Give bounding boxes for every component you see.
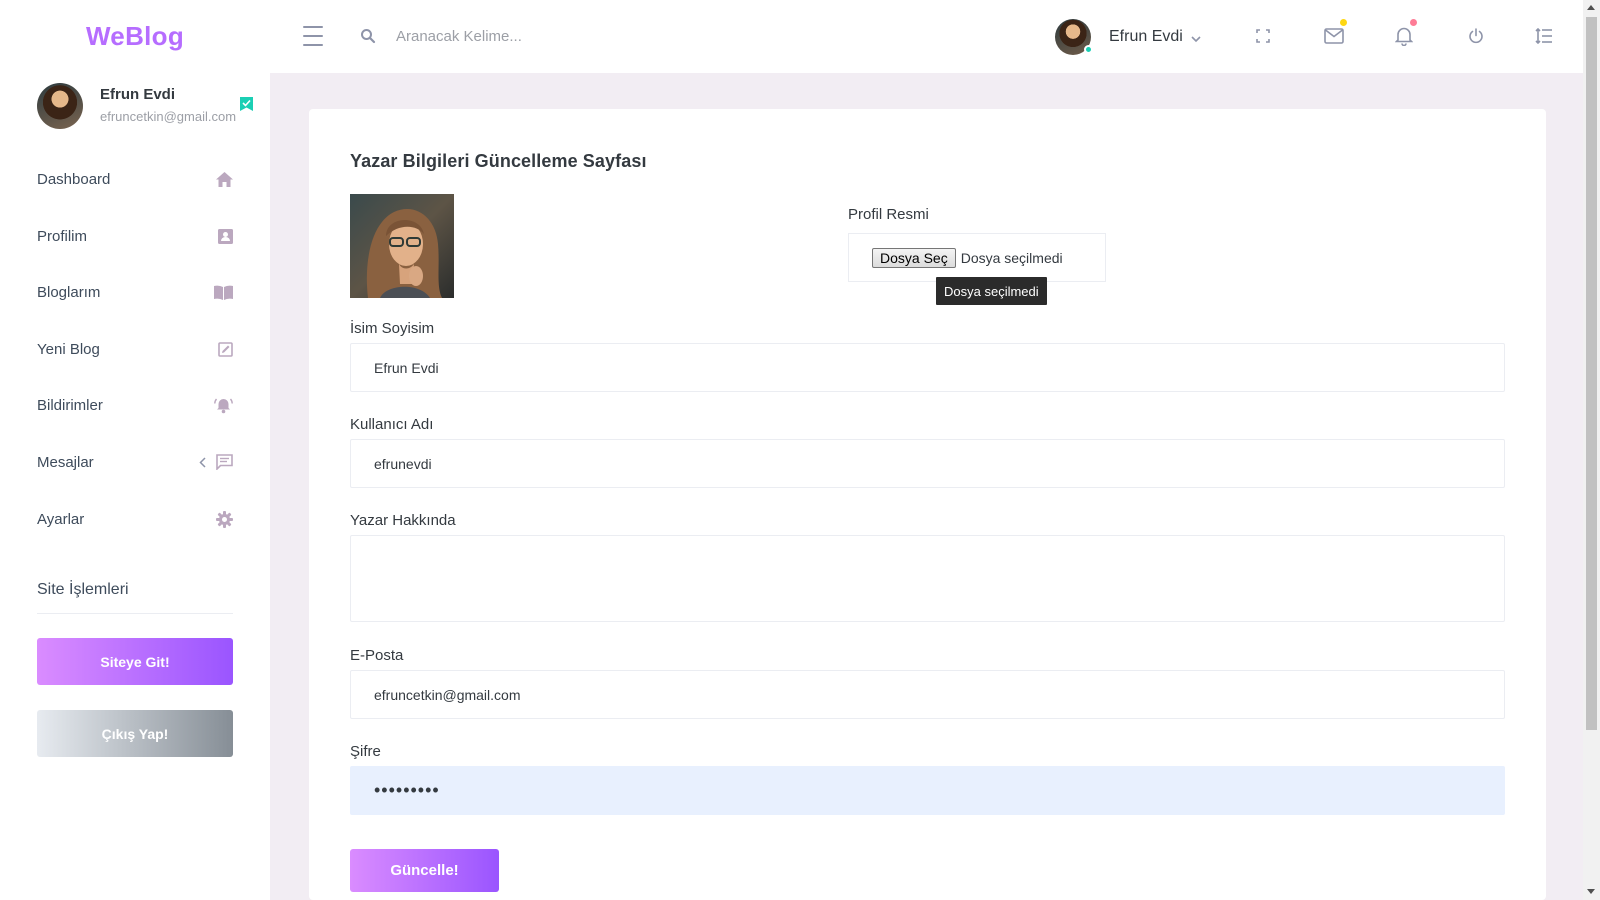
about-label: Yazar Hakkında: [350, 512, 456, 529]
go-to-site-button[interactable]: Siteye Git!: [37, 638, 233, 685]
sidebar-item-label: Mesajlar: [37, 453, 94, 471]
choose-file-button[interactable]: Dosya Seç: [872, 247, 956, 268]
mail-icon[interactable]: [1323, 26, 1345, 46]
scrollbar[interactable]: [1583, 0, 1600, 900]
sidebar-item-label: Bloglarım: [37, 283, 101, 301]
email-label: E-Posta: [350, 647, 404, 664]
book-icon: [214, 285, 233, 300]
update-button[interactable]: Güncelle!: [350, 849, 499, 892]
email-input[interactable]: [350, 670, 1505, 719]
logout-button[interactable]: Çıkış Yap!: [37, 710, 233, 757]
sidebar-item-label: Bildirimler: [37, 396, 103, 414]
bell-ring-icon: [214, 398, 233, 414]
password-input[interactable]: [350, 766, 1505, 815]
sidebar-item-label: Profilim: [37, 227, 88, 245]
home-icon: [216, 171, 233, 187]
username-label: Kullanıcı Adı: [350, 416, 434, 433]
page-title: Yazar Bilgileri Güncelleme Sayfası: [350, 151, 647, 171]
search-input[interactable]: [396, 22, 696, 50]
user-profile-dropdown[interactable]: Efrun Evdi: [1055, 18, 1201, 56]
avatar: [37, 83, 83, 129]
mail-badge: [1340, 19, 1347, 26]
brand-name: WeBlog: [85, 21, 185, 51]
file-input[interactable]: Dosya Seç Dosya seçilmedi: [848, 233, 1106, 282]
format-list-icon[interactable]: [1533, 26, 1555, 46]
edit-box-icon: [218, 341, 233, 357]
sidebar-item-yeni-blog[interactable]: Yeni Blog: [37, 329, 233, 369]
profile-update-card: Yazar Bilgileri Güncelleme Sayfası Profi…: [309, 109, 1546, 900]
search-icon: [358, 26, 378, 46]
username-input[interactable]: [350, 439, 1505, 488]
bookmark-check-icon: [240, 97, 253, 111]
sidebar-item-label: Yeni Blog: [37, 340, 100, 358]
sidebar-item-ayarlar[interactable]: Ayarlar: [37, 499, 233, 539]
sidebar-user-name: Efrun Evdi: [100, 86, 176, 103]
fullscreen-icon[interactable]: [1254, 27, 1272, 45]
avatar: [1055, 19, 1093, 55]
user-name: Efrun Evdi: [1109, 28, 1183, 45]
bell-icon[interactable]: [1394, 25, 1414, 47]
section-title: Site İşlemleri: [37, 581, 129, 598]
scroll-up-arrow-icon[interactable]: [1587, 5, 1595, 10]
sidebar-item-mesajlar[interactable]: Mesajlar: [37, 442, 233, 482]
name-label: İsim Soyisim: [350, 320, 435, 337]
sidebar-item-bildirimler[interactable]: Bildirimler: [37, 385, 233, 425]
message-icon: [216, 454, 233, 470]
gear-icon: [216, 510, 233, 528]
notification-badge: [1410, 19, 1417, 26]
about-textarea[interactable]: [350, 535, 1505, 622]
scroll-down-arrow-icon[interactable]: [1587, 889, 1595, 894]
name-input[interactable]: [350, 343, 1505, 392]
sidebar-item-profilim[interactable]: Profilim: [37, 216, 233, 256]
online-status-dot: [1084, 45, 1093, 54]
sidebar: Efrun Evdi efruncetkin@gmail.com Dashboa…: [0, 73, 270, 900]
power-icon[interactable]: [1466, 26, 1486, 46]
sidebar-item-bloglarim[interactable]: Bloglarım: [37, 272, 233, 312]
menu-icon[interactable]: [300, 26, 326, 46]
chevron-left-icon: [199, 456, 206, 468]
top-navbar: WeBlog Efrun Evdi: [0, 0, 1583, 73]
sidebar-item-dashboard[interactable]: Dashboard: [37, 159, 233, 199]
profile-image: [350, 194, 454, 298]
contact-card-icon: [218, 228, 233, 244]
password-label: Şifre: [350, 743, 381, 760]
chevron-down-icon: [1191, 35, 1201, 42]
file-tooltip: Dosya seçilmedi: [936, 277, 1047, 305]
sidebar-user-email: efruncetkin@gmail.com: [100, 109, 237, 124]
sidebar-item-label: Ayarlar: [37, 510, 85, 528]
sidebar-profile[interactable]: Efrun Evdi efruncetkin@gmail.com: [37, 83, 253, 133]
profile-image-label: Profil Resmi: [848, 206, 929, 223]
divider: [37, 613, 233, 614]
brand-logo[interactable]: WeBlog: [0, 0, 270, 73]
scroll-thumb[interactable]: [1586, 17, 1597, 730]
sidebar-item-label: Dashboard: [37, 170, 111, 188]
file-status-text: Dosya seçilmedi: [960, 249, 1063, 266]
